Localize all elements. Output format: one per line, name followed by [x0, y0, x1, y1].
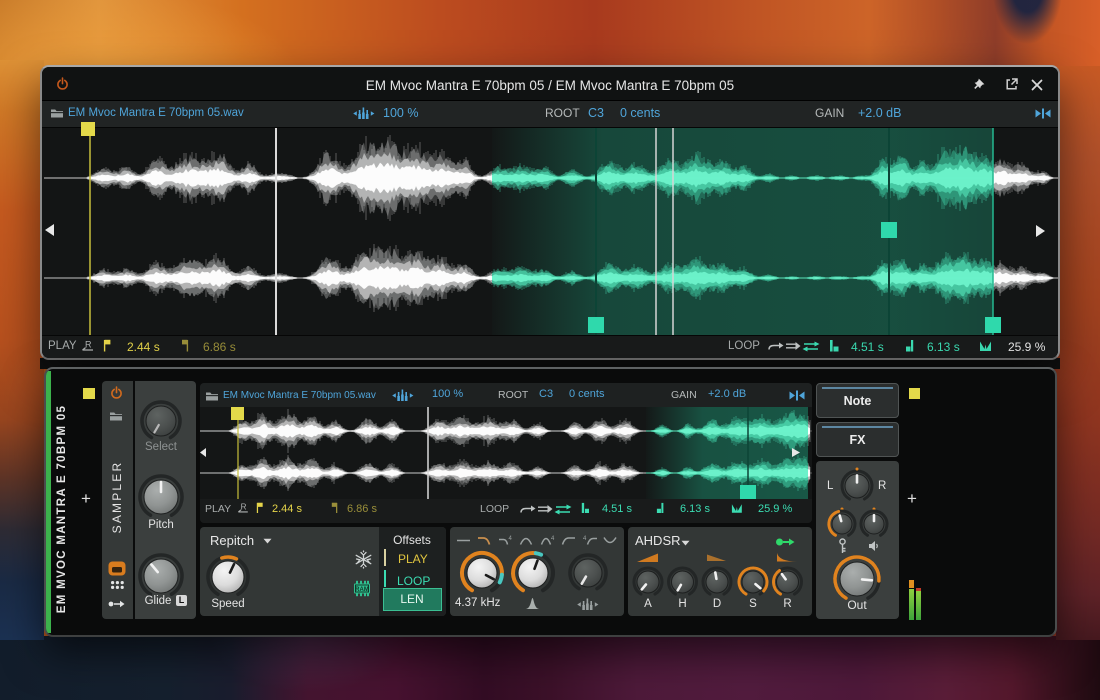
svg-text:4: 4 [551, 536, 555, 542]
svg-text:4: 4 [509, 536, 513, 542]
svg-text:4: 4 [583, 536, 587, 542]
svg-text:RAM: RAM [355, 587, 369, 593]
svg-text:R: R [241, 503, 247, 512]
svg-text:R: R [85, 340, 92, 350]
